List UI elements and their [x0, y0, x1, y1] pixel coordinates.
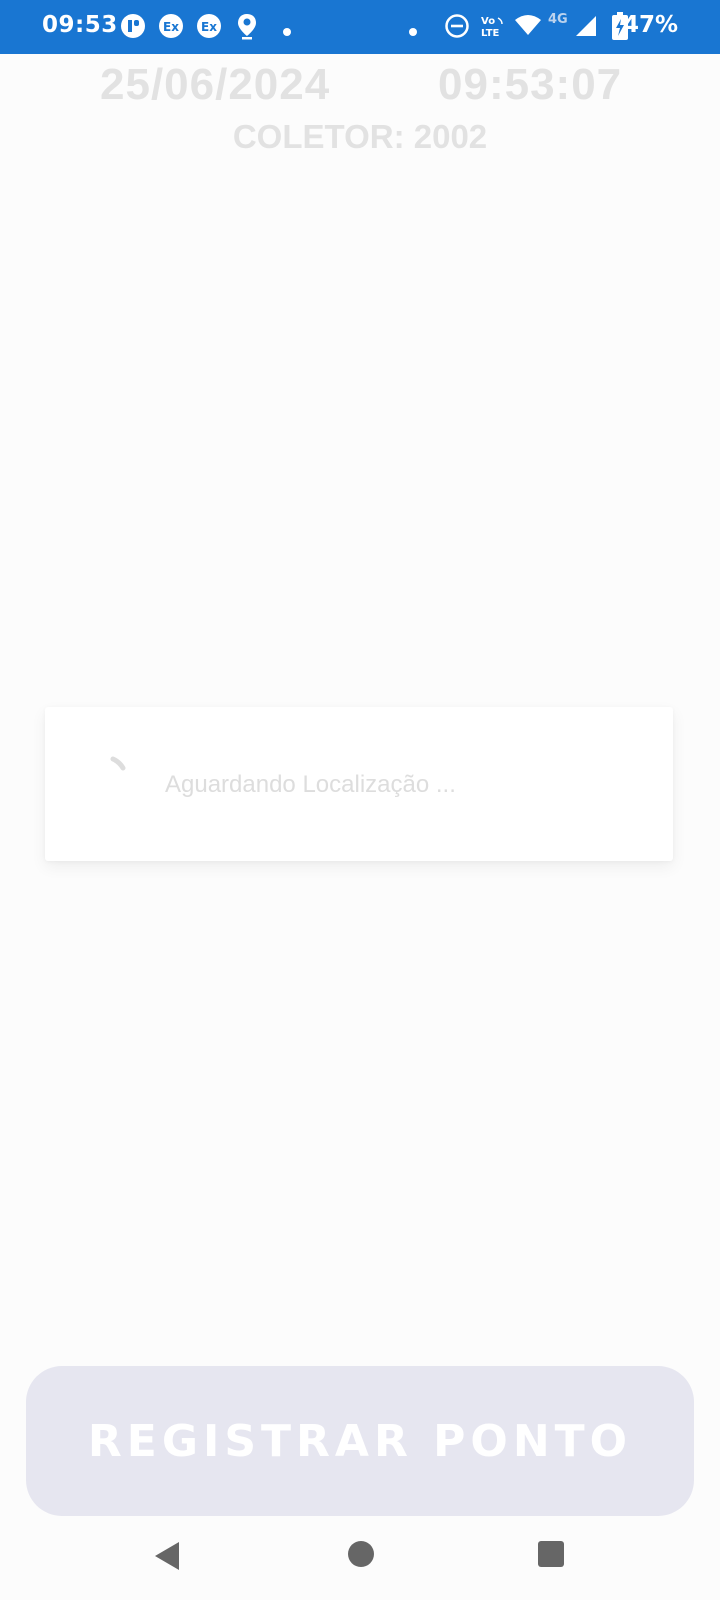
status-time: 09:53	[42, 12, 118, 38]
register-ponto-button[interactable]: REGISTRAR PONTO	[26, 1366, 694, 1516]
network-type-label: 4G	[548, 12, 568, 27]
home-icon[interactable]	[347, 1540, 375, 1573]
exchange-icon: Ex	[196, 13, 222, 43]
status-bar: 09:53 Ex Ex Vo LTE 4G 47%	[0, 0, 720, 54]
svg-text:Ex: Ex	[201, 20, 217, 34]
location-pin-icon	[236, 12, 258, 44]
app-screen: 09:53 Ex Ex Vo LTE 4G 47% 25/06/2024 09:…	[0, 0, 720, 1600]
current-time: 09:53:07	[438, 60, 623, 109]
wifi-icon	[514, 14, 542, 40]
notification-app-icon	[120, 13, 146, 43]
dot-icon	[408, 22, 418, 41]
volte-line2: LTE	[481, 28, 500, 39]
cell-signal-icon	[574, 14, 598, 42]
do-not-disturb-icon	[444, 13, 470, 43]
volte-line1: Vo	[481, 16, 495, 27]
loading-spinner-icon	[105, 747, 155, 802]
volte-icon: Vo LTE	[480, 14, 508, 44]
loading-dialog: Aguardando Localização ...	[45, 707, 673, 861]
current-date: 25/06/2024	[100, 60, 331, 109]
collector-id: COLETOR: 2002	[232, 118, 488, 155]
loading-message: Aguardando Localização ...	[165, 771, 456, 798]
recents-icon[interactable]	[537, 1540, 565, 1573]
battery-percent: 47%	[622, 12, 678, 38]
dot-icon	[282, 22, 292, 41]
svg-text:Ex: Ex	[163, 20, 179, 34]
exchange-icon: Ex	[158, 13, 184, 43]
back-icon[interactable]	[152, 1540, 182, 1577]
